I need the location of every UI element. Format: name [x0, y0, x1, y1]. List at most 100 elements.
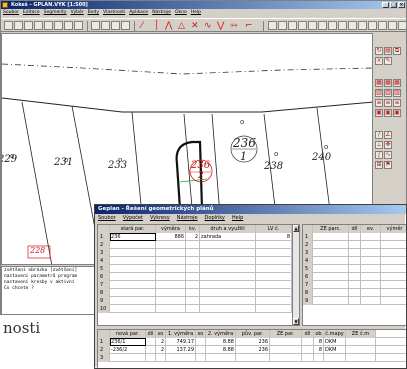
- table-cell[interactable]: [256, 305, 292, 313]
- table-cell[interactable]: [302, 346, 314, 354]
- table-cell[interactable]: [349, 249, 361, 257]
- palette-sheet3-icon[interactable]: ▣: [393, 109, 401, 117]
- arc-tool-icon[interactable]: [121, 21, 130, 30]
- table-row[interactable]: 2: [98, 241, 299, 249]
- table-cell[interactable]: [196, 346, 206, 354]
- table-cell[interactable]: [200, 241, 256, 249]
- column-header[interactable]: ev.: [361, 225, 381, 233]
- table-cell[interactable]: [256, 265, 292, 273]
- table-cell[interactable]: 8: [314, 338, 324, 346]
- table-row[interactable]: 5: [98, 265, 299, 273]
- table-cell[interactable]: [381, 233, 406, 241]
- table-cell[interactable]: [186, 241, 200, 249]
- table-cell[interactable]: [156, 265, 186, 273]
- table-cell[interactable]: [110, 289, 156, 297]
- pan-icon[interactable]: [308, 21, 317, 30]
- table-row[interactable]: 7: [98, 281, 299, 289]
- column-header[interactable]: ob: [314, 330, 324, 338]
- table-cell[interactable]: [146, 354, 156, 362]
- table-cell[interactable]: [381, 273, 406, 281]
- table-row[interactable]: 2 -236/2 2 137.29 8.88 236 8 DKM: [98, 346, 406, 354]
- table-cell[interactable]: [361, 297, 381, 305]
- geplan-menu-vypocet[interactable]: Výpočet: [123, 214, 143, 222]
- text-tool-icon[interactable]: [268, 21, 277, 30]
- table-cell[interactable]: [156, 289, 186, 297]
- geplan-menu-help[interactable]: Help: [232, 214, 243, 222]
- table-cell[interactable]: [302, 354, 314, 362]
- table-row[interactable]: 6: [98, 273, 299, 281]
- table-cell[interactable]: [200, 289, 256, 297]
- color-icon[interactable]: [91, 21, 100, 30]
- table-cell[interactable]: [270, 346, 302, 354]
- palette-move-icon[interactable]: ✥: [384, 141, 392, 149]
- table-cell[interactable]: [346, 338, 376, 346]
- table-cell[interactable]: [270, 354, 302, 362]
- table-cell[interactable]: [256, 297, 292, 305]
- table-cell[interactable]: [156, 257, 186, 265]
- close-button[interactable]: ×: [398, 2, 405, 8]
- table-cell[interactable]: [313, 273, 349, 281]
- table-cell[interactable]: DKM: [324, 338, 346, 346]
- palette-list-icon[interactable]: ≡: [375, 99, 383, 107]
- scroll-up-icon[interactable]: ▲: [293, 225, 299, 232]
- table-cell[interactable]: 236/1: [110, 338, 146, 346]
- table-cell[interactable]: [361, 241, 381, 249]
- draw-polygon-icon[interactable]: ⋁: [217, 22, 224, 31]
- table-cell[interactable]: [313, 289, 349, 297]
- draw-segment-icon[interactable]: ⌐: [245, 22, 253, 31]
- table-cell[interactable]: 137.29: [166, 346, 196, 354]
- table-row[interactable]: 10: [98, 305, 299, 313]
- menu-vyber[interactable]: Výběr: [71, 9, 84, 17]
- table-cell[interactable]: [186, 265, 200, 273]
- table-cell[interactable]: [302, 338, 314, 346]
- grid-icon[interactable]: [318, 21, 327, 30]
- table-row[interactable]: 3: [303, 249, 406, 257]
- palette-grid-icon[interactable]: ▥: [375, 89, 383, 97]
- help-icon[interactable]: [388, 21, 397, 30]
- command-console[interactable]: zvětšení obrázku [zvětšení] nastavení pa…: [1, 266, 101, 314]
- menu-segmenty[interactable]: Segmenty: [44, 9, 67, 17]
- table-cell[interactable]: 8: [256, 233, 292, 241]
- ze-parcels-grid[interactable]: ZE parc. díl ev. výměr 123456789: [302, 224, 406, 326]
- table-cell[interactable]: [313, 241, 349, 249]
- palette-rotate-icon[interactable]: ↻: [375, 47, 383, 55]
- table-cell[interactable]: [156, 297, 186, 305]
- geplan-menu-doplnky[interactable]: Doplňky: [205, 214, 225, 222]
- palette-layer-icon[interactable]: ▤: [384, 47, 392, 55]
- table-cell[interactable]: [110, 297, 156, 305]
- table-cell[interactable]: [200, 249, 256, 257]
- table-cell[interactable]: 8: [314, 346, 324, 354]
- table-cell[interactable]: [110, 281, 156, 289]
- table-cell[interactable]: [110, 249, 156, 257]
- new-file-icon[interactable]: [4, 21, 13, 30]
- palette-dim-icon[interactable]: ⊥: [375, 141, 383, 149]
- column-header[interactable]: kv.: [186, 225, 200, 233]
- table-row[interactable]: 7: [303, 281, 406, 289]
- column-header[interactable]: 2. výměra: [206, 330, 236, 338]
- table-row[interactable]: 1: [303, 233, 406, 241]
- redo-icon[interactable]: [64, 21, 73, 30]
- palette-edit-icon[interactable]: ✎: [384, 57, 392, 65]
- palette-curve-icon[interactable]: ∫: [375, 151, 383, 159]
- old-parcels-grid[interactable]: stará par. výměra kv. druh a využití LV …: [97, 224, 300, 326]
- snap-icon[interactable]: [328, 21, 337, 30]
- table-cell[interactable]: [156, 273, 186, 281]
- table-cell[interactable]: [110, 305, 156, 313]
- table-row[interactable]: 9: [98, 297, 299, 305]
- table-cell[interactable]: [361, 265, 381, 273]
- table-row[interactable]: 1 236/1 2 749.17 8.88 236 8 DKM: [98, 338, 406, 346]
- table-cell[interactable]: [256, 241, 292, 249]
- menu-soubor[interactable]: Soubor: [3, 9, 19, 17]
- export-icon[interactable]: [358, 21, 367, 30]
- draw-zigzag-icon[interactable]: ⋀: [165, 22, 172, 31]
- table-cell[interactable]: [110, 273, 156, 281]
- table-cell[interactable]: [313, 249, 349, 257]
- column-header[interactable]: nová par.: [110, 330, 146, 338]
- palette-grid3-icon[interactable]: ▥: [393, 89, 401, 97]
- menu-nastroje[interactable]: Nástroje: [152, 9, 171, 17]
- table-cell[interactable]: [349, 241, 361, 249]
- draw-dim-icon[interactable]: ⇿: [230, 22, 238, 31]
- palette-angle-icon[interactable]: ∠: [384, 131, 392, 139]
- table-cell[interactable]: [349, 297, 361, 305]
- table-cell[interactable]: [186, 249, 200, 257]
